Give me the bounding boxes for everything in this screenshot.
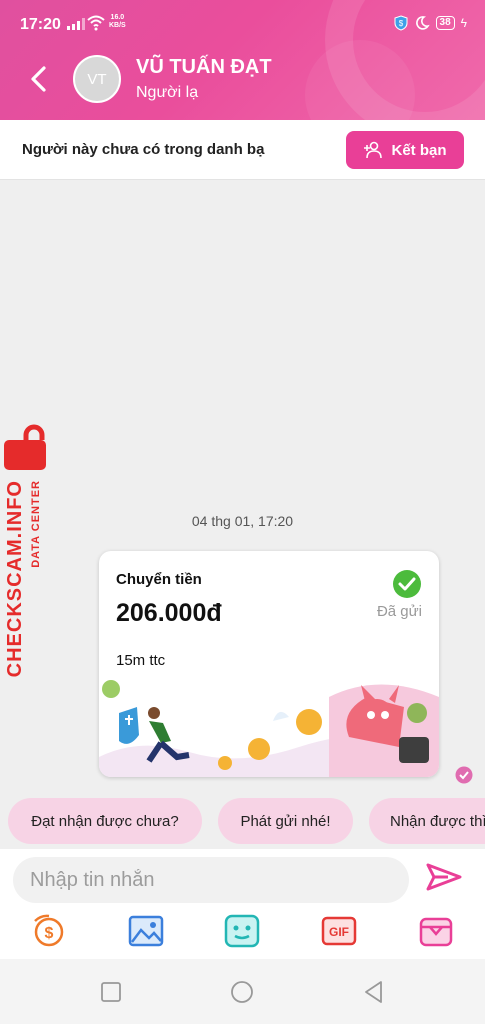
message-input[interactable]	[13, 857, 409, 903]
transfer-illustration	[99, 680, 439, 777]
wifi-icon	[87, 15, 105, 31]
chat-header: 17:20 16.0 KB/S $ 38 ϟ VT VŨ TUẤN ĐẠT Ng…	[0, 0, 485, 120]
shield-icon: $	[394, 15, 408, 31]
status-time: 17:20	[20, 16, 61, 33]
net-speed: 16.0 KB/S	[109, 14, 126, 30]
gif-label: GIF	[329, 925, 349, 939]
status-bar: 17:20 16.0 KB/S $ 38 ϟ	[0, 0, 485, 40]
system-nav-bar	[0, 959, 485, 1024]
net-speed-value: 16.0	[110, 14, 125, 21]
net-speed-unit: KB/S	[109, 22, 126, 29]
quick-replies: Đạt nhận được chưa? Phát gửi nhé! Nhận đ…	[0, 798, 485, 846]
recent-apps-icon[interactable]	[98, 979, 124, 1005]
quick-reply-chip[interactable]: Phát gửi nhé!	[218, 798, 353, 844]
composer: $ GIF	[0, 849, 485, 959]
svg-text:$: $	[398, 19, 403, 28]
transfer-title: Chuyển tiền	[116, 571, 202, 588]
not-in-contacts-bar: Người này chưa có trong danh bạ Kết bạn	[0, 120, 485, 180]
home-icon[interactable]	[229, 979, 255, 1005]
image-icon[interactable]	[126, 911, 166, 951]
quick-reply-chip[interactable]: Nhận được thì	[369, 798, 485, 844]
check-circle-icon	[393, 570, 421, 598]
gif-icon[interactable]: GIF	[319, 911, 359, 951]
moon-icon	[415, 16, 430, 30]
status-right: $ 38 ϟ	[394, 15, 467, 31]
avatar[interactable]: VT	[73, 55, 121, 103]
add-friend-button[interactable]: Kết bạn	[346, 131, 464, 169]
send-icon[interactable]	[424, 857, 464, 897]
transfer-amount: 206.000đ	[116, 599, 222, 627]
watermark-brand: CHECKSCAM.INFO	[4, 480, 26, 678]
seen-check-icon	[455, 766, 473, 784]
transfer-status: Đã gửi	[376, 603, 422, 620]
back-nav-icon[interactable]	[361, 979, 387, 1005]
lock-icon	[4, 424, 46, 470]
quick-reply-chip[interactable]: Đạt nhận được chưa?	[8, 798, 202, 844]
sticker-icon[interactable]	[222, 911, 262, 951]
composer-toolbar: $ GIF	[0, 911, 485, 951]
watermark: CHECKSCAM.INFO DATA CENTER	[0, 420, 60, 677]
not-in-contacts-text: Người này chưa có trong danh bạ	[22, 141, 265, 158]
gift-icon[interactable]	[416, 911, 456, 951]
add-user-icon	[364, 141, 383, 159]
back-arrow-icon[interactable]	[26, 62, 52, 96]
message-date: 04 thg 01, 17:20	[191, 513, 294, 529]
money-transfer-card[interactable]: Chuyển tiền 206.000đ 15m ttc Đã gửi	[99, 551, 439, 777]
add-friend-label: Kết bạn	[391, 141, 447, 159]
charging-icon: ϟ	[460, 16, 467, 30]
signal-icon	[67, 18, 85, 30]
money-transfer-icon[interactable]: $	[29, 911, 69, 951]
contact-name[interactable]: VŨ TUẤN ĐẠT	[136, 56, 272, 79]
transfer-note: 15m ttc	[116, 652, 166, 669]
contact-status: Người lạ	[136, 84, 199, 101]
battery-indicator: 38	[435, 16, 455, 30]
svg-text:$: $	[45, 925, 54, 942]
